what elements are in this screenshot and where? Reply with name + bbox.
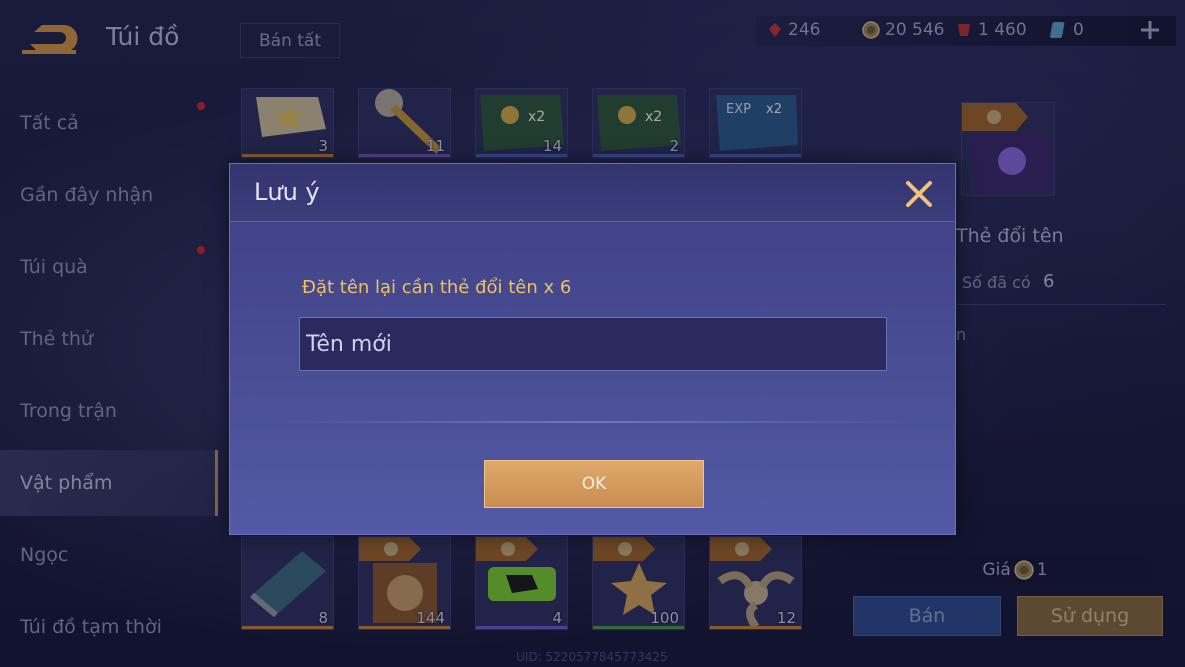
close-icon[interactable] bbox=[903, 178, 935, 210]
dialog-header: Lưu ý bbox=[230, 164, 955, 222]
new-name-input[interactable] bbox=[299, 317, 887, 371]
ok-button[interactable]: OK bbox=[484, 460, 704, 508]
dialog-title: Lưu ý bbox=[254, 178, 320, 206]
notice-dialog: Lưu ý Đặt tên lại cần thẻ đổi tên x 6 OK bbox=[229, 163, 956, 535]
dialog-message: Đặt tên lại cần thẻ đổi tên x 6 bbox=[302, 277, 572, 298]
dialog-divider bbox=[273, 421, 913, 423]
